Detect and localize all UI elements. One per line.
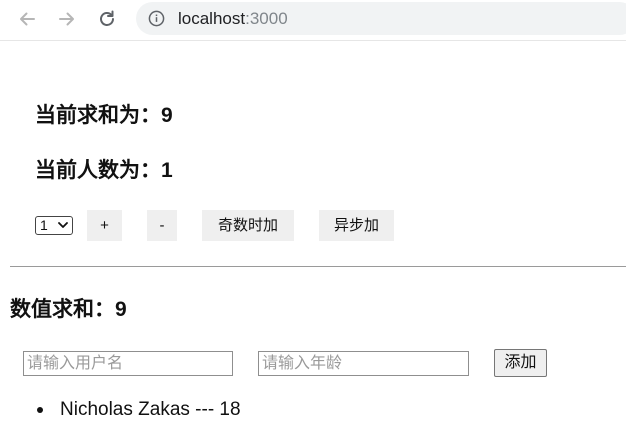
add-person-button[interactable]: 添加: [494, 349, 547, 377]
reload-icon: [100, 10, 114, 26]
people-label: 当前人数为：: [35, 159, 161, 182]
sum-label: 当前求和为：: [35, 104, 161, 127]
url-text[interactable]: localhost:3000: [178, 8, 288, 29]
sum-heading: 当前求和为：9: [35, 103, 173, 129]
value-sum-label: 数值求和：: [10, 298, 115, 321]
back-button[interactable]: [14, 6, 40, 32]
username-input[interactable]: 请输入用户名: [23, 351, 233, 376]
browser-toolbar: localhost:3000: [0, 0, 626, 41]
increment-button[interactable]: +: [87, 210, 122, 241]
section-divider: [10, 266, 626, 267]
age-input[interactable]: 请输入年龄: [258, 351, 469, 376]
people-value: 1: [161, 159, 173, 182]
reload-button[interactable]: [94, 6, 120, 32]
decrement-button[interactable]: -: [147, 210, 177, 241]
info-icon[interactable]: [148, 10, 165, 27]
increment-select[interactable]: 1: [35, 216, 73, 235]
increment-if-odd-button[interactable]: 奇数时加: [202, 210, 294, 241]
url-host: localhost: [178, 9, 246, 28]
select-value: 1: [40, 217, 48, 233]
address-bar[interactable]: localhost:3000: [136, 2, 626, 35]
value-sum-value: 9: [115, 298, 127, 321]
people-count-heading: 当前人数为：1: [35, 158, 173, 184]
chevron-down-icon: [58, 222, 68, 228]
arrow-left-icon: [20, 12, 35, 26]
value-sum-heading: 数值求和：9: [10, 297, 127, 323]
async-increment-button[interactable]: 异步加: [319, 210, 394, 241]
bullet: [37, 407, 43, 413]
sum-value: 9: [161, 104, 173, 127]
list-item-text: Nicholas Zakas --- 18: [60, 399, 241, 420]
url-port: :3000: [245, 9, 288, 28]
arrow-right-icon: [59, 12, 74, 26]
forward-button[interactable]: [54, 6, 80, 32]
